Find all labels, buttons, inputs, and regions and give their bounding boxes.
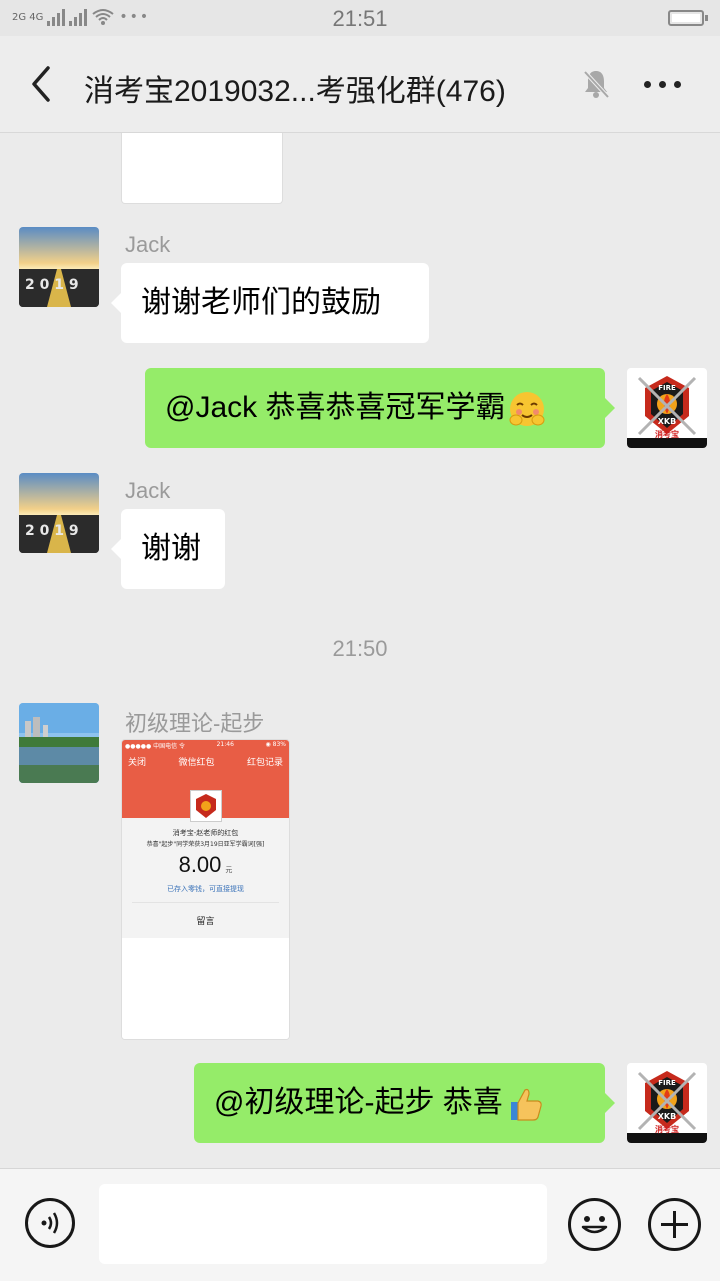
plus-icon [661,1211,688,1238]
logo-fire-text: FIRE [658,1079,676,1087]
logo-brand-text: XKB [658,417,676,426]
own-avatar[interactable]: FIRE XKB 消考宝 [627,368,707,448]
message-text: @初级理论-起步 恭喜 [214,1086,503,1119]
screenshot-nav: 关闭 微信红包 红包记录 [128,755,283,768]
road-2019-avatar: 2 0 1 9 [19,227,99,307]
sender-name: 初级理论-起步 [125,711,265,736]
sender-avatar[interactable] [19,703,99,783]
river-city-avatar [19,703,99,783]
amount-value: 8.00 [178,852,222,877]
screenshot-records: 红包记录 [246,758,283,768]
screenshot-battery: ◉ 83% [265,741,286,748]
screenshot-title: 微信红包 [178,758,215,768]
chat-title[interactable]: 消考宝2019032...考强化群(476) [84,66,506,110]
sender-avatar[interactable]: 2 0 1 9 [19,227,99,307]
logo-fire-text: FIRE [658,384,676,392]
voice-button[interactable] [25,1198,75,1248]
message-bubble-incoming[interactable]: 谢谢 [111,509,225,589]
logo-caption: 消考宝 [655,429,679,439]
message-bubble-outgoing[interactable]: @初级理论-起步 恭喜 [194,1063,615,1143]
message-text: @Jack 恭喜恭喜冠军学霸 [165,391,506,424]
screenshot-blessing: 恭喜"起步"同学荣获3月19日亚军学霸词[强] [146,841,265,848]
logo-brand-text: XKB [658,1112,676,1121]
xkb-fire-logo-avatar: FIRE XKB 消考宝 [627,1063,707,1143]
voice-icon [41,1212,59,1234]
status-bar: 2G 4G ••• 21:51 [0,0,720,36]
plus-button[interactable] [648,1198,701,1251]
own-avatar[interactable]: FIRE XKB 消考宝 [627,1063,707,1143]
emoji-button[interactable] [568,1198,621,1251]
more-button[interactable] [644,72,688,96]
back-arrow-icon[interactable] [22,60,62,108]
status-time: 21:51 [332,6,388,31]
sender-name: Jack [125,478,171,503]
svg-text:2 0 1 9: 2 0 1 9 [25,523,79,539]
screenshot-bottom [122,938,289,1039]
thumbs-up-emoji [510,1088,542,1121]
screenshot-logo [190,790,222,822]
screenshot-time: 21:46 [216,741,234,748]
bell-muted-icon [583,70,610,99]
screenshot-status-bar: ●●●●● 中国电信 令 21:46 ◉ 83% [125,741,286,750]
svg-text:2 0 1 9: 2 0 1 9 [25,277,79,293]
screenshot-sender: 消考宝-赵老师的红包 [172,829,239,837]
chat-header: 消考宝2019032...考强化群(476) [0,36,720,133]
redpacket-screenshot-image[interactable]: ●●●●● 中国电信 令 21:46 ◉ 83% 关闭 微信红包 红包记录 消考… [121,739,290,1040]
road-2019-avatar: 2 0 1 9 [19,473,99,553]
screenshot-divider [132,902,279,903]
sender-avatar[interactable]: 2 0 1 9 [19,473,99,553]
message-bubble-incoming[interactable]: 谢谢老师们的鼓励 [111,263,429,343]
screenshot-reply: 留言 [196,917,215,927]
xkb-fire-logo-avatar: FIRE XKB 消考宝 [627,368,707,448]
message-text: 谢谢 [141,532,201,565]
message-input[interactable] [99,1184,547,1264]
message-text: 谢谢老师们的鼓励 [141,286,381,319]
emoji-face-icon [581,1216,608,1234]
battery-icon [668,10,708,26]
logo-caption: 消考宝 [655,1124,679,1134]
screenshot-carrier: ●●●●● 中国电信 令 [125,743,185,750]
sender-name: Jack [125,232,171,257]
screenshot-close: 关闭 [128,758,147,768]
screenshot-amount: 8.00 元 [122,852,289,878]
screenshot-note: 已存入零钱，可直接提现 [167,885,244,893]
cheeky-face-emoji [509,392,545,427]
previous-message-card[interactable] [121,133,283,204]
message-timestamp: 21:50 [332,636,388,661]
amount-unit: 元 [225,867,233,874]
message-bubble-outgoing[interactable]: @Jack 恭喜恭喜冠军学霸 [145,368,615,448]
